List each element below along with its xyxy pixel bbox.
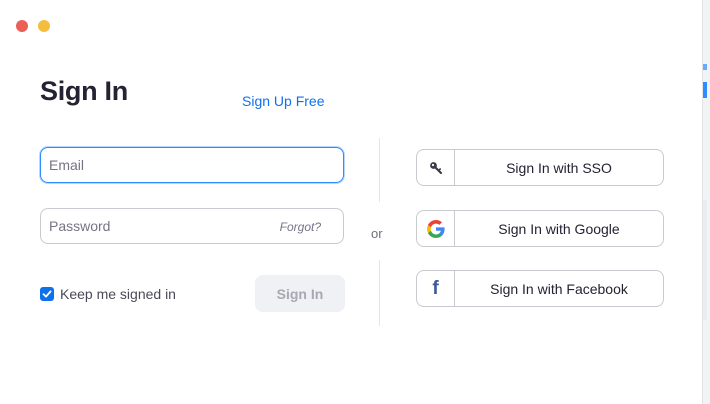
key-icon <box>417 150 455 185</box>
email-field-container[interactable] <box>40 147 344 183</box>
checkmark-icon <box>42 290 52 298</box>
facebook-button-label: Sign In with Facebook <box>490 280 628 297</box>
background-window-accent <box>703 82 707 98</box>
or-separator: or <box>371 226 383 241</box>
forgot-password-link[interactable]: Forgot? <box>280 220 321 234</box>
window-close-button[interactable] <box>16 20 28 32</box>
sign-in-facebook-button[interactable]: f Sign In with Facebook <box>416 270 664 307</box>
window-minimize-button[interactable] <box>38 20 50 32</box>
sign-up-free-link[interactable]: Sign Up Free <box>242 93 324 109</box>
sign-in-sso-button[interactable]: Sign In with SSO <box>416 149 664 186</box>
facebook-icon: f <box>417 271 455 306</box>
keep-signed-in-checkbox[interactable] <box>40 287 54 301</box>
google-button-label: Sign In with Google <box>498 220 620 237</box>
email-field[interactable] <box>49 148 269 182</box>
sign-in-google-button[interactable]: Sign In with Google <box>416 210 664 247</box>
background-window-accent <box>703 64 707 70</box>
divider-top <box>379 138 380 202</box>
password-field-container[interactable]: Forgot? <box>40 208 344 244</box>
keep-signed-in-option[interactable]: Keep me signed in <box>40 286 176 302</box>
page-title: Sign In <box>40 76 128 106</box>
divider-bottom <box>379 260 380 326</box>
background-window-panel <box>703 200 707 320</box>
sign-in-window: Sign In Sign Up Free Forgot? Keep me sig… <box>0 0 702 404</box>
google-icon <box>417 211 455 246</box>
password-field[interactable] <box>49 209 269 243</box>
sign-in-button[interactable]: Sign In <box>255 275 345 312</box>
keep-signed-in-label: Keep me signed in <box>60 286 176 302</box>
sso-button-label: Sign In with SSO <box>506 159 612 176</box>
